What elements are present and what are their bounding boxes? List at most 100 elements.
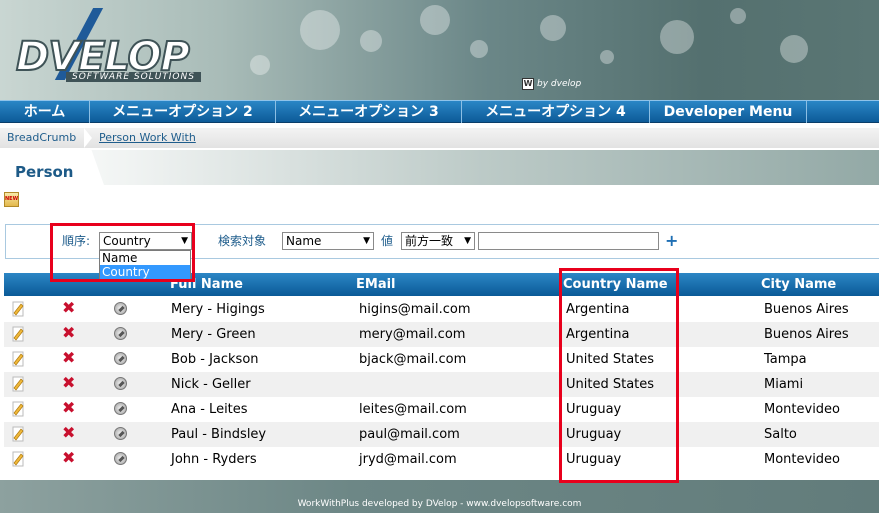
cell-fullname: John - Ryders [171, 452, 257, 467]
menu-item-option-4[interactable]: メニューオプション 4 [462, 101, 650, 123]
delete-icon[interactable]: ✖ [62, 400, 75, 416]
cell-fullname: Ana - Leites [171, 402, 248, 417]
delete-icon[interactable]: ✖ [62, 350, 75, 366]
order-option-name[interactable]: Name [100, 251, 190, 265]
cell-country: Uruguay [566, 402, 622, 417]
column-header-email[interactable]: EMail [356, 277, 396, 292]
order-option-country[interactable]: Country [100, 265, 190, 279]
order-label: 順序: [62, 234, 91, 248]
breadcrumb-current[interactable]: Person Work With [99, 131, 196, 144]
cell-country: United States [566, 377, 655, 392]
footer-credits: WorkWithPlus developed by DVelop - www.d… [297, 499, 582, 509]
bokeh-decoration [250, 55, 270, 75]
dvelop-logo[interactable]: DVELOP SOFTWARE SOLUTIONS [15, 8, 216, 88]
table-row: ✖ Ana - Leites leites@mail.com Uruguay Monte… [4, 397, 879, 422]
cell-fullname: Mery - Higings [171, 302, 265, 317]
new-record-icon[interactable]: NEW [4, 192, 19, 207]
bokeh-decoration [780, 35, 808, 63]
cell-city: Buenos Aires [764, 327, 849, 342]
bokeh-decoration [420, 5, 450, 35]
pencil-edit-icon[interactable] [11, 351, 25, 367]
pencil-edit-icon[interactable] [11, 301, 25, 317]
bokeh-decoration [600, 50, 614, 64]
cell-email: bjack@mail.com [359, 352, 467, 367]
match-mode-select[interactable]: 前方一致 ▼ [401, 232, 475, 250]
cell-fullname: Mery - Green [171, 327, 256, 342]
order-select-value: Country [103, 234, 151, 248]
add-filter-button[interactable]: + [665, 231, 678, 250]
pencil-edit-icon[interactable] [11, 326, 25, 342]
bokeh-decoration [300, 10, 340, 50]
logo-subtitle: SOFTWARE SOLUTIONS [66, 72, 201, 82]
breadcrumb: BreadCrumb Person Work With [0, 128, 879, 148]
delete-icon[interactable]: ✖ [62, 300, 75, 316]
table-row: ✖ Nick - Geller United States Miami [4, 372, 879, 397]
view-magnifier-icon[interactable] [114, 302, 127, 315]
view-magnifier-icon[interactable] [114, 427, 127, 440]
cell-city: Miami [764, 377, 804, 392]
page-title: Person [15, 163, 74, 181]
chevron-down-icon: ▼ [464, 236, 471, 246]
cell-email: paul@mail.com [359, 427, 460, 442]
view-magnifier-icon[interactable] [114, 452, 127, 465]
cell-country: Uruguay [566, 452, 622, 467]
main-menu-bar: ホーム メニューオプション 2 メニューオプション 3 メニューオプション 4 … [0, 100, 879, 123]
cell-email: mery@mail.com [359, 327, 466, 342]
view-magnifier-icon[interactable] [114, 402, 127, 415]
search-input[interactable] [478, 232, 659, 250]
title-band [0, 150, 879, 185]
cell-country: United States [566, 352, 655, 367]
cell-fullname: Nick - Geller [171, 377, 251, 392]
bokeh-decoration [470, 40, 488, 58]
column-header-country[interactable]: Country Name [563, 277, 668, 292]
pencil-edit-icon[interactable] [11, 451, 25, 467]
cell-email: higins@mail.com [359, 302, 471, 317]
view-magnifier-icon[interactable] [114, 352, 127, 365]
order-select[interactable]: Country ▼ [99, 232, 192, 250]
cell-city: Montevideo [764, 402, 841, 417]
search-target-label: 検索対象 [218, 234, 267, 248]
menu-item-option-2[interactable]: メニューオプション 2 [90, 101, 276, 123]
chevron-down-icon: ▼ [181, 236, 188, 246]
menu-item-home[interactable]: ホーム [0, 101, 90, 123]
powered-by-badge: W by dvelop [522, 78, 581, 90]
bokeh-decoration [540, 15, 566, 41]
cell-fullname: Bob - Jackson [171, 352, 259, 367]
value-label: 値 [381, 234, 394, 248]
cell-fullname: Paul - Bindsley [171, 427, 267, 442]
order-dropdown-list: Name Country [99, 250, 191, 280]
cell-city: Tampa [764, 352, 807, 367]
table-row: ✖ Mery - Higings higins@mail.com Argentina B… [4, 297, 879, 322]
search-target-select[interactable]: Name ▼ [282, 232, 374, 250]
cell-city: Montevideo [764, 452, 841, 467]
cell-city: Buenos Aires [764, 302, 849, 317]
cell-country: Uruguay [566, 427, 622, 442]
column-header-city[interactable]: City Name [761, 277, 836, 292]
powered-by-text: by dvelop [537, 79, 582, 89]
delete-icon[interactable]: ✖ [62, 450, 75, 466]
breadcrumb-separator [84, 128, 92, 148]
match-mode-value: 前方一致 [405, 234, 454, 248]
cell-country: Argentina [566, 327, 630, 342]
search-target-value: Name [286, 234, 322, 248]
header-banner: DVELOP SOFTWARE SOLUTIONS W by dvelop [0, 0, 879, 100]
menu-item-option-3[interactable]: メニューオプション 3 [276, 101, 462, 123]
cell-country: Argentina [566, 302, 630, 317]
chevron-down-icon: ▼ [363, 236, 370, 246]
cell-city: Salto [764, 427, 797, 442]
view-magnifier-icon[interactable] [114, 377, 127, 390]
pencil-edit-icon[interactable] [11, 401, 25, 417]
bokeh-decoration [730, 8, 746, 24]
breadcrumb-home[interactable]: BreadCrumb [7, 131, 76, 144]
delete-icon[interactable]: ✖ [62, 325, 75, 341]
pencil-edit-icon[interactable] [11, 376, 25, 392]
menu-item-developer[interactable]: Developer Menu [650, 101, 807, 123]
footer: WorkWithPlus developed by DVelop - www.d… [0, 480, 879, 513]
pencil-edit-icon[interactable] [11, 426, 25, 442]
cell-email: jryd@mail.com [359, 452, 457, 467]
view-magnifier-icon[interactable] [114, 327, 127, 340]
delete-icon[interactable]: ✖ [62, 375, 75, 391]
delete-icon[interactable]: ✖ [62, 425, 75, 441]
table-row: ✖ Mery - Green mery@mail.com Argentina Bueno… [4, 322, 879, 347]
bokeh-decoration [660, 20, 694, 54]
